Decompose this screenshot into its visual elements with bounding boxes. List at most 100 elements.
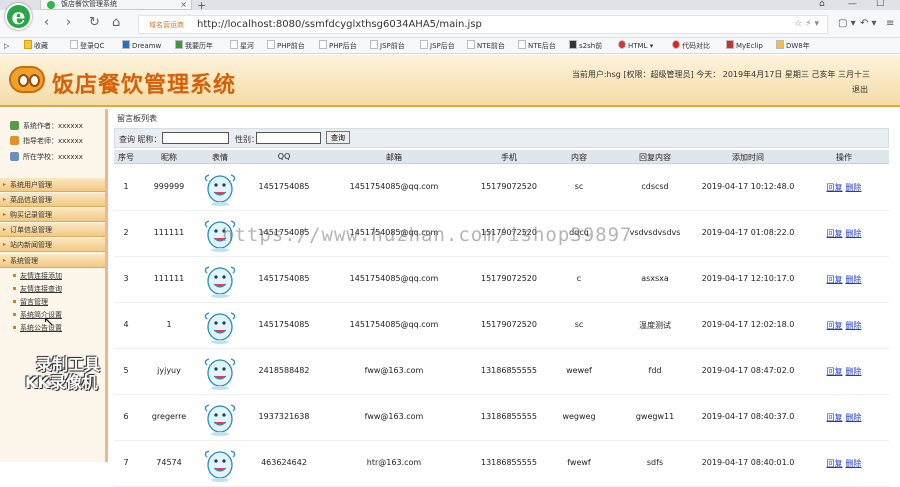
bookmark-item[interactable]: PHP前台 [267, 40, 305, 52]
cell-no: 7 [123, 458, 129, 467]
delete-link[interactable]: 删除 [846, 413, 862, 422]
back-icon[interactable]: ‹ [44, 16, 49, 30]
cell-content: sc [574, 320, 584, 329]
page-icon [569, 40, 577, 49]
browser-tab[interactable]: 饭店餐饮管理系统 × [40, 0, 192, 10]
cell-content: fwewf [567, 458, 591, 467]
emoji-avatar-icon [199, 399, 241, 437]
bookmark-item[interactable]: 收藏 [24, 40, 48, 52]
sidebar: 系统作者：xxxxxx 指导老师：xxxxxx 所在学校：xxxxxx 系统用户… [0, 109, 108, 462]
app-header: 饭店餐饮管理系统 当前用户:hsg [权限：超级管理员] 今天： 2019年4月… [0, 55, 900, 107]
menu-orders[interactable]: 订单信息管理 [0, 223, 105, 237]
undo-icon[interactable]: ↶ ▾ [860, 18, 877, 29]
col-qq: QQ [277, 152, 291, 161]
cell-phone: 15179072520 [481, 274, 537, 283]
cell-time: 2019-04-17 08:40:01.0 [701, 458, 795, 467]
menu-site-news[interactable]: 站内新闻管理 [0, 238, 105, 252]
sidebar-item-notice-settings[interactable]: 系统公告设置 [13, 323, 62, 333]
delete-link[interactable]: 删除 [846, 459, 862, 468]
reply-link[interactable]: 回复 [827, 229, 843, 238]
row-actions: 回复 删除 [814, 182, 874, 193]
page-icon [70, 40, 78, 49]
school-icon [10, 152, 19, 161]
bookmark-item[interactable]: MyEclip [726, 40, 763, 52]
delete-link[interactable]: 删除 [846, 321, 862, 330]
sidebar-item-messages[interactable]: 留言管理 [13, 297, 48, 307]
home-icon[interactable]: ⌂ [112, 16, 120, 30]
url-text[interactable]: http://localhost:8080/ssmfdcyglxthsg6034… [197, 19, 482, 30]
forward-icon[interactable]: › [66, 16, 71, 30]
reload-icon[interactable]: ↻ [89, 16, 100, 30]
cell-phone: 13186855555 [481, 458, 537, 467]
maximize-icon[interactable]: ☐ [876, 0, 884, 9]
col-email: 邮箱 [386, 153, 402, 162]
bookmark-item[interactable]: PHP后台 [319, 40, 357, 52]
close-icon[interactable]: × [180, 0, 187, 9]
row-actions: 回复 删除 [814, 458, 874, 469]
page-icon [467, 40, 475, 49]
col-content: 内容 [571, 153, 587, 162]
delete-link[interactable]: 删除 [846, 183, 862, 192]
exit-link[interactable]: 退出 [852, 84, 868, 95]
delete-link[interactable]: 删除 [846, 275, 862, 284]
cell-nickname: 74574 [156, 458, 182, 467]
col-time: 添加时间 [732, 153, 764, 162]
sidebar-item-query-link[interactable]: 友情连接查询 [13, 284, 62, 294]
pin-icon[interactable]: ⌂ [819, 0, 825, 9]
nickname-input[interactable] [162, 132, 229, 144]
more-icon[interactable]: ≡ [886, 18, 894, 29]
bookmark-item[interactable]: s2sh前 [569, 40, 602, 52]
reply-link[interactable]: 回复 [827, 413, 843, 422]
bookmark-item[interactable]: NTE前台 [467, 40, 505, 52]
gender-input[interactable] [256, 132, 321, 144]
cell-content: c [576, 274, 582, 283]
cell-reply: asxsxa [641, 274, 669, 283]
site-watermark: https://www.huzhan.com/ishop39897 [222, 224, 633, 246]
menu-purchase-records[interactable]: 购买记录管理 [0, 208, 105, 222]
bookmark-item[interactable]: 代码对比 [672, 40, 710, 52]
menu-system-users[interactable]: 系统用户管理 [0, 178, 105, 192]
cell-content: sc [574, 182, 584, 191]
reply-link[interactable]: 回复 [827, 459, 843, 468]
cell-no: 1 [123, 182, 129, 191]
menu-icon[interactable]: ▢ ▾ [838, 18, 856, 29]
cell-reply: cdscsd [641, 182, 669, 191]
cell-qq: 2418588482 [258, 366, 310, 375]
bookmark-item[interactable]: JSP前台 [370, 40, 405, 52]
bookmarks-bar: ▷ 收藏 登录QC Dreamw 我要历年 星河 PHP前台 PHP后台 JSP… [0, 38, 900, 54]
page-icon [267, 40, 275, 49]
delete-link[interactable]: 删除 [846, 229, 862, 238]
menu-dish-info[interactable]: 菜品信息管理 [0, 193, 105, 207]
page-icon [230, 40, 238, 49]
page-icon [518, 40, 526, 49]
cell-time: 2019-04-17 12:10:17.0 [701, 274, 795, 283]
bookmark-item[interactable]: 登录QC [70, 40, 104, 52]
row-actions: 回复 删除 [814, 274, 874, 285]
bookmark-item[interactable]: DW8年 [776, 40, 810, 52]
bookmark-item[interactable]: 我要历年 [175, 40, 213, 52]
reply-link[interactable]: 回复 [827, 367, 843, 376]
menu-system-management[interactable]: 系统管理 [0, 254, 105, 268]
reply-link[interactable]: 回复 [827, 321, 843, 330]
bookmark-item[interactable]: HTML ▾ [618, 40, 653, 52]
reply-link[interactable]: 回复 [827, 183, 843, 192]
bookmark-item[interactable]: JSP后台 [420, 40, 455, 52]
cell-no: 5 [123, 366, 129, 375]
app-logo-icon [9, 66, 45, 93]
app-title: 饭店餐饮管理系统 [52, 73, 237, 98]
emoji-avatar-icon [199, 353, 241, 391]
minimize-icon[interactable]: — [848, 0, 857, 9]
url-field[interactable]: 域名营运商 http://localhost:8080/ssmfdcyglxth… [138, 15, 828, 34]
search-button[interactable]: 查询 [326, 131, 350, 144]
bookmark-item[interactable]: 星河 [230, 40, 254, 52]
sidebar-item-add-link[interactable]: 友情连接添加 [13, 271, 62, 281]
sidebar-toggle-icon[interactable]: ▷ [4, 40, 9, 52]
bookmark-item[interactable]: NTE后台 [518, 40, 556, 52]
url-actions-icon[interactable]: ☆ ⚡ ▾ [794, 19, 819, 29]
delete-link[interactable]: 删除 [846, 367, 862, 376]
cell-reply: fdd [648, 366, 662, 375]
cell-qq: 1451754085 [258, 320, 310, 329]
sidebar-item-intro-settings[interactable]: 系统简介设置 [13, 310, 62, 320]
bookmark-item[interactable]: Dreamw [122, 40, 161, 52]
reply-link[interactable]: 回复 [827, 275, 843, 284]
